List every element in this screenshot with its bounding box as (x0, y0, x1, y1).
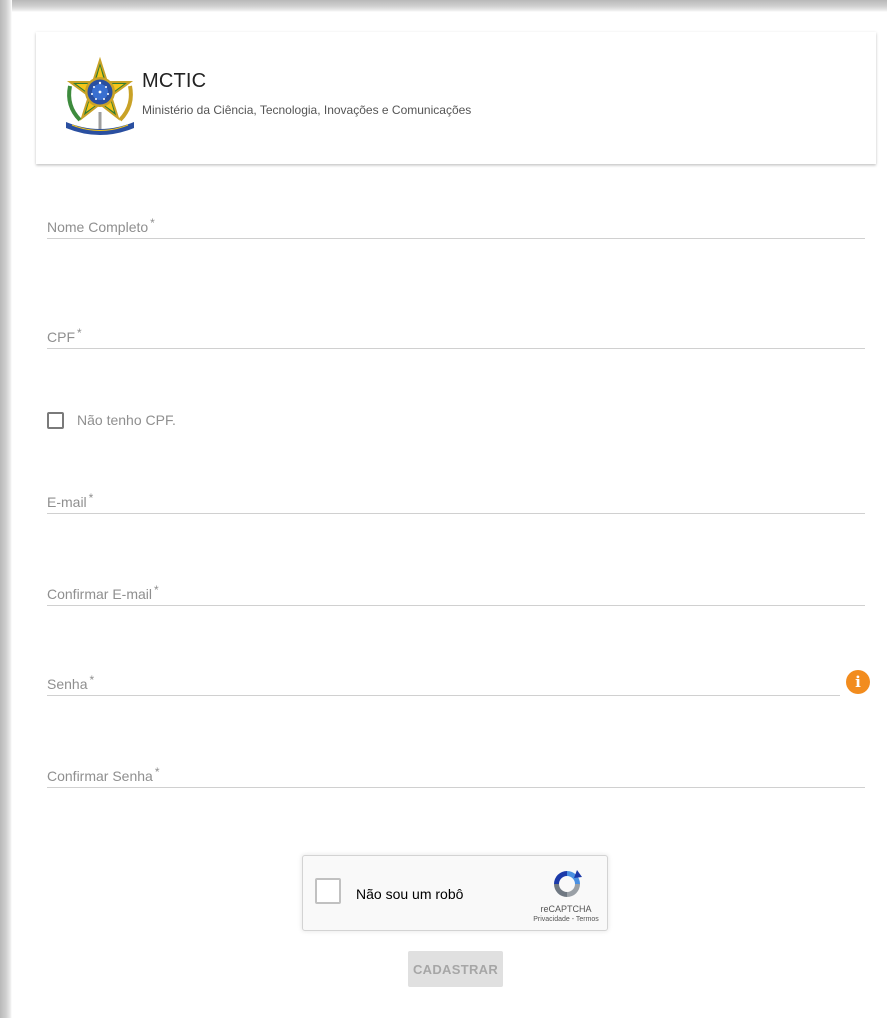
no-cpf-option[interactable]: Não tenho CPF. (47, 410, 176, 430)
window-shadow-top (0, 0, 887, 12)
confirm-password-label: Confirmar Senha * (47, 765, 160, 784)
header-card: MCTIC Ministério da Ciência, Tecnologia,… (36, 32, 876, 164)
required-mark: * (154, 583, 159, 597)
password-label: Senha * (47, 673, 95, 692)
required-mark: * (154, 765, 160, 779)
required-mark: * (89, 673, 95, 687)
info-icon[interactable]: i (846, 670, 870, 694)
full-name-field[interactable]: Nome Completo * (47, 211, 865, 239)
email-label: E-mail * (47, 491, 94, 510)
required-mark: * (88, 491, 94, 505)
no-cpf-checkbox[interactable] (47, 411, 64, 429)
email-field[interactable]: E-mail * (47, 486, 865, 514)
submit-button[interactable]: CADASTRAR (408, 951, 503, 987)
brazil-coat-of-arms-icon (66, 56, 134, 135)
registration-page: MCTIC Ministério da Ciência, Tecnologia,… (0, 0, 887, 1018)
window-shadow-left (0, 0, 12, 1018)
recaptcha-widget: Não sou um robô reCAPTCHA Privacidade - … (302, 855, 608, 931)
full-name-label: Nome Completo * (47, 216, 155, 235)
confirm-email-label: Confirmar E-mail * (47, 583, 159, 602)
required-mark: * (150, 216, 155, 230)
required-mark: * (77, 326, 82, 340)
org-name: MCTIC (142, 70, 207, 92)
password-field[interactable]: Senha * (47, 668, 840, 696)
cpf-label: CPF * (47, 326, 82, 345)
org-full-name: Ministério da Ciência, Tecnologia, Inova… (142, 103, 472, 117)
confirm-email-field[interactable]: Confirmar E-mail * (47, 578, 865, 606)
recaptcha-checkbox[interactable] (315, 878, 341, 904)
recaptcha-brand: reCAPTCHA (540, 904, 592, 914)
recaptcha-terms-link[interactable]: Privacidade - Termos (525, 916, 607, 923)
confirm-password-field[interactable]: Confirmar Senha * (47, 760, 865, 788)
recaptcha-label: Não sou um robô (356, 886, 464, 902)
no-cpf-label: Não tenho CPF. (77, 412, 176, 428)
recaptcha-logo-icon (554, 870, 582, 897)
cpf-field[interactable]: CPF * (47, 321, 865, 349)
